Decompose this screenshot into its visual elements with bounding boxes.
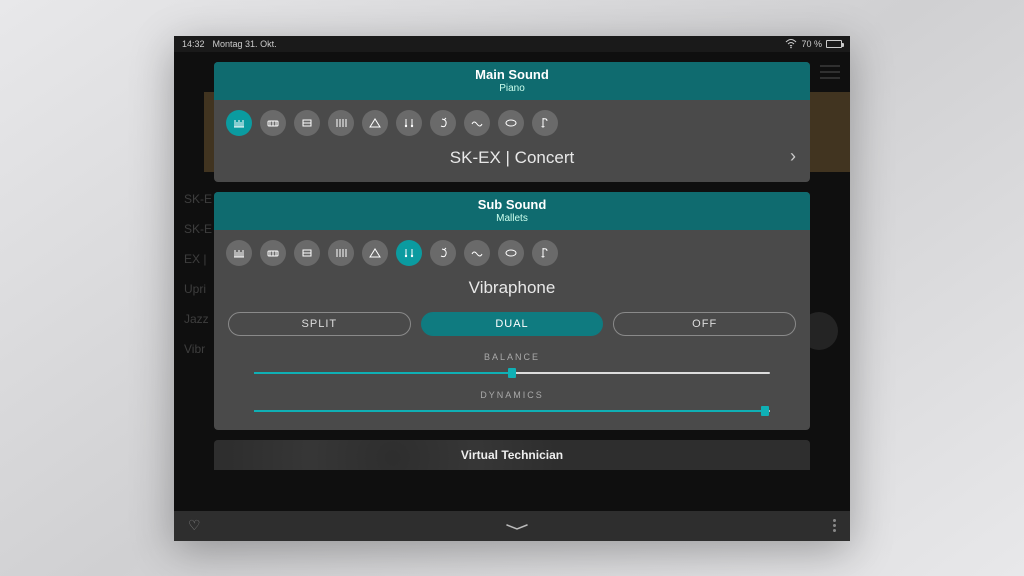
favorite-icon[interactable]: ♡ [188,517,201,534]
main-sound-header: Main Sound Piano [214,62,810,100]
pad-icon[interactable] [464,240,490,266]
mode-row: SPLIT DUAL OFF [214,306,810,346]
organ-icon[interactable] [328,110,354,136]
battery-icon [826,40,842,48]
balance-label: BALANCE [254,352,770,362]
epiano2-icon[interactable] [294,240,320,266]
main-sound-select-row[interactable]: SK-EX | Concert › [214,144,810,182]
guitar-icon[interactable] [430,240,456,266]
dual-button[interactable]: DUAL [421,312,604,336]
harpsichord-icon[interactable] [362,110,388,136]
bottom-bar: ♡ [174,511,850,541]
balance-slider-block: BALANCE [214,346,810,384]
balance-slider[interactable] [254,372,770,374]
dynamics-slider[interactable] [254,410,770,412]
piano-icon[interactable] [226,240,252,266]
sub-sound-category: Mallets [214,213,810,224]
mallets-icon[interactable] [396,110,422,136]
strings-icon[interactable] [532,240,558,266]
off-button[interactable]: OFF [613,312,796,336]
drums-icon[interactable] [498,240,524,266]
collapse-handle-icon[interactable] [505,518,529,534]
main-sound-name: SK-EX | Concert [450,148,574,168]
dynamics-label: DYNAMICS [254,390,770,400]
epiano2-icon[interactable] [294,110,320,136]
sub-sound-header: Sub Sound Mallets [214,192,810,230]
wifi-icon [785,39,797,49]
status-time: 14:32 [182,39,205,49]
piano-icon[interactable] [226,110,252,136]
sub-sound-select-row[interactable]: Vibraphone [214,274,810,306]
mallets-icon[interactable] [396,240,422,266]
sound-settings-overlay: Main Sound Piano SK-EX | Concert › Sub S… [174,52,850,541]
dynamics-slider-block: DYNAMICS [214,384,810,430]
sub-sound-title: Sub Sound [214,197,810,212]
dynamics-thumb[interactable] [761,406,769,416]
pad-icon[interactable] [464,110,490,136]
main-sound-panel: Main Sound Piano SK-EX | Concert › [214,62,810,182]
virtual-technician-label: Virtual Technician [461,448,563,462]
harpsichord-icon[interactable] [362,240,388,266]
strings-icon[interactable] [532,110,558,136]
virtual-technician-panel[interactable]: Virtual Technician [214,440,810,470]
sub-category-row [214,230,810,274]
organ-icon[interactable] [328,240,354,266]
balance-thumb[interactable] [508,368,516,378]
battery-pct: 70 % [801,39,822,49]
drums-icon[interactable] [498,110,524,136]
status-date: Montag 31. Okt. [213,39,277,49]
epiano-icon[interactable] [260,240,286,266]
epiano-icon[interactable] [260,110,286,136]
sub-sound-name: Vibraphone [469,278,556,298]
tablet-frame: 14:32 Montag 31. Okt. 70 % SK-E SK-E EX … [174,36,850,541]
more-icon[interactable] [833,519,836,532]
chevron-right-icon[interactable]: › [790,146,796,167]
split-button[interactable]: SPLIT [228,312,411,336]
main-sound-title: Main Sound [214,67,810,82]
main-category-row [214,100,810,144]
guitar-icon[interactable] [430,110,456,136]
main-sound-category: Piano [214,83,810,94]
sub-sound-panel: Sub Sound Mallets Vibraphone SPLIT DUAL … [214,192,810,430]
status-bar: 14:32 Montag 31. Okt. 70 % [174,36,850,52]
